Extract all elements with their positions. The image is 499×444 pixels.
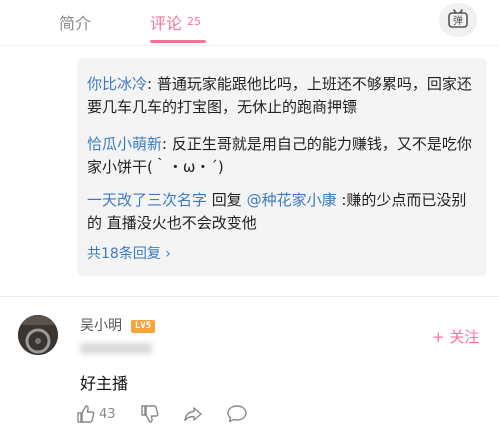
blurred-timestamp [80, 343, 152, 354]
replies-preview[interactable]: 你比冰冷: 普通玩家能跟他比吗，上班还不够累吗，回家还要几车几车的打宝图，无休止… [77, 58, 487, 276]
tab-intro[interactable]: 简介 [59, 10, 91, 34]
tab-bar: 简介 评论 25 弹 [0, 0, 499, 46]
reply-bubble-icon [227, 405, 247, 423]
avatar-image [18, 315, 58, 355]
tab-active-indicator [150, 40, 206, 43]
more-replies-link[interactable]: 共18条回复 › [87, 243, 171, 263]
reply-username[interactable]: 一天改了三次名字 [87, 191, 207, 209]
dislike-button[interactable] [140, 404, 160, 428]
comment-text: 好主播 [80, 374, 129, 393]
tab-comment[interactable]: 评论 [150, 10, 182, 34]
thumbs-down-icon [141, 405, 159, 423]
reply-separator: : [162, 135, 172, 153]
reply-word: 回复 [207, 191, 247, 209]
reply-username[interactable]: 你比冰冷 [87, 75, 147, 93]
thumbs-up-icon [77, 405, 95, 423]
like-count: 43 [99, 407, 116, 422]
reply-target-user[interactable]: @种花家小康 [247, 191, 337, 209]
like-button[interactable] [76, 404, 96, 428]
reply-item[interactable]: 一天改了三次名字 回复 @种花家小康 :赚的少点而已没别的 直播没火也不会改变他 [87, 189, 479, 235]
share-icon [184, 407, 202, 422]
reply-item[interactable]: 恰瓜小萌新: 反正生哥就是用自己的能力赚钱，又不是吃你家小饼干(｀・ω・´) [87, 133, 479, 179]
divider [0, 296, 499, 297]
reply-username[interactable]: 恰瓜小萌新 [87, 135, 162, 153]
reply-separator: : [147, 75, 157, 93]
reply-separator: : [336, 191, 347, 209]
share-button[interactable] [183, 404, 203, 428]
reply-button[interactable] [226, 404, 248, 428]
follow-button[interactable]: + 关注 [432, 326, 479, 347]
avatar[interactable] [18, 315, 58, 355]
tab-comment-count: 25 [187, 15, 201, 28]
comment-username[interactable]: 吴小明 [80, 315, 122, 335]
reply-item[interactable]: 你比冰冷: 普通玩家能跟他比吗，上班还不够累吗，回家还要几车几车的打宝图，无休止… [87, 73, 479, 119]
danmaku-char: 弹 [453, 14, 463, 27]
danmaku-toggle-button[interactable]: 弹 [439, 3, 477, 37]
level-badge: LV5 [131, 320, 155, 333]
danmaku-icon: 弹 [448, 9, 468, 28]
